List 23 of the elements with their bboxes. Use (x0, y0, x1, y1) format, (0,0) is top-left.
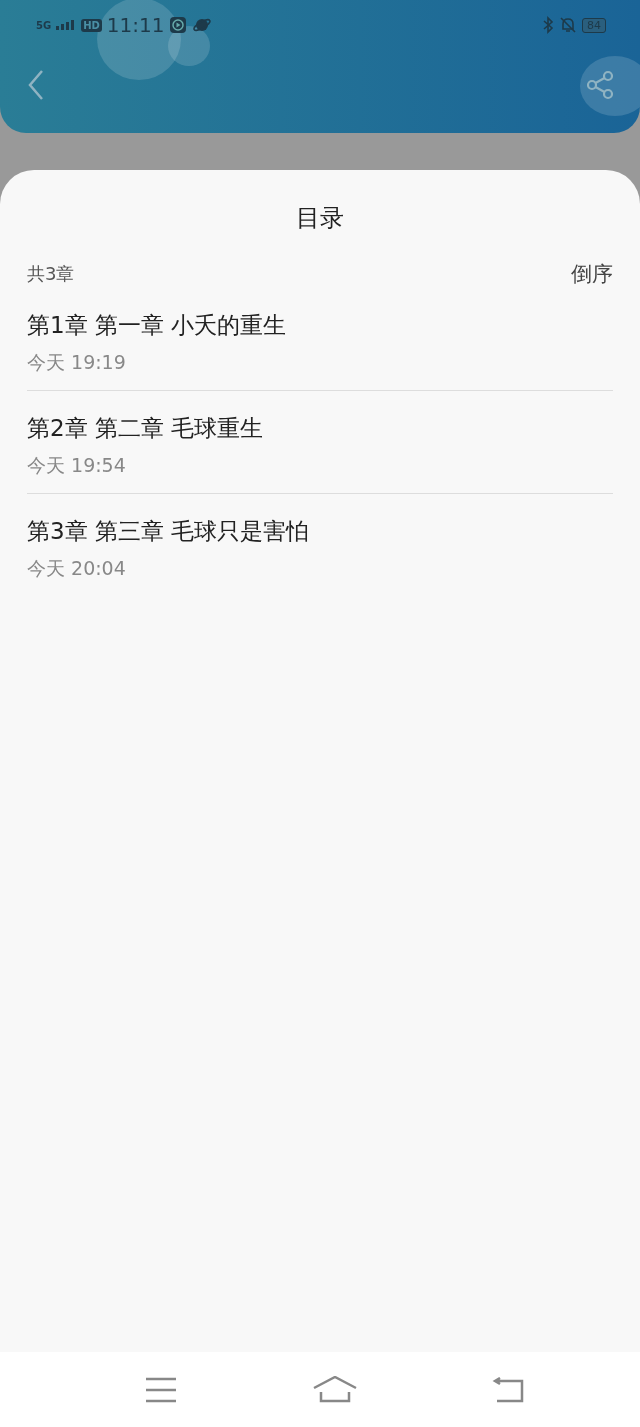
bell-muted-icon (559, 16, 577, 34)
chapter-title[interactable]: 第2章 第二章 毛球重生 (27, 413, 613, 444)
home-icon[interactable] (312, 1375, 357, 1404)
sheet-title: 目录 (295, 203, 345, 234)
back-icon[interactable] (26, 68, 46, 101)
bluetooth-icon (542, 16, 554, 34)
chapter-time: 今天 19:19 (27, 350, 127, 375)
return-icon[interactable] (492, 1376, 524, 1403)
signal-icon (56, 20, 77, 30)
bubble-decoration (580, 56, 640, 116)
clock-time: 11:11 (106, 13, 165, 37)
chapter-title[interactable]: 第3章 第三章 毛球只是害怕 (27, 516, 613, 547)
network-label: 5G (36, 19, 52, 31)
play-icon (169, 16, 188, 34)
chapter-time: 今天 19:54 (27, 453, 127, 478)
hd-badge: HD (81, 18, 102, 32)
chapter-time: 今天 20:04 (27, 556, 127, 581)
reverse-order-button[interactable]: 倒序 (571, 260, 613, 288)
menu-icon[interactable] (145, 1376, 177, 1403)
share-icon[interactable] (585, 69, 615, 100)
planet-icon (192, 16, 213, 34)
chapter-count: 共3章 (27, 262, 75, 286)
chapter-title[interactable]: 第1章 第一章 小夭的重生 (27, 310, 613, 341)
